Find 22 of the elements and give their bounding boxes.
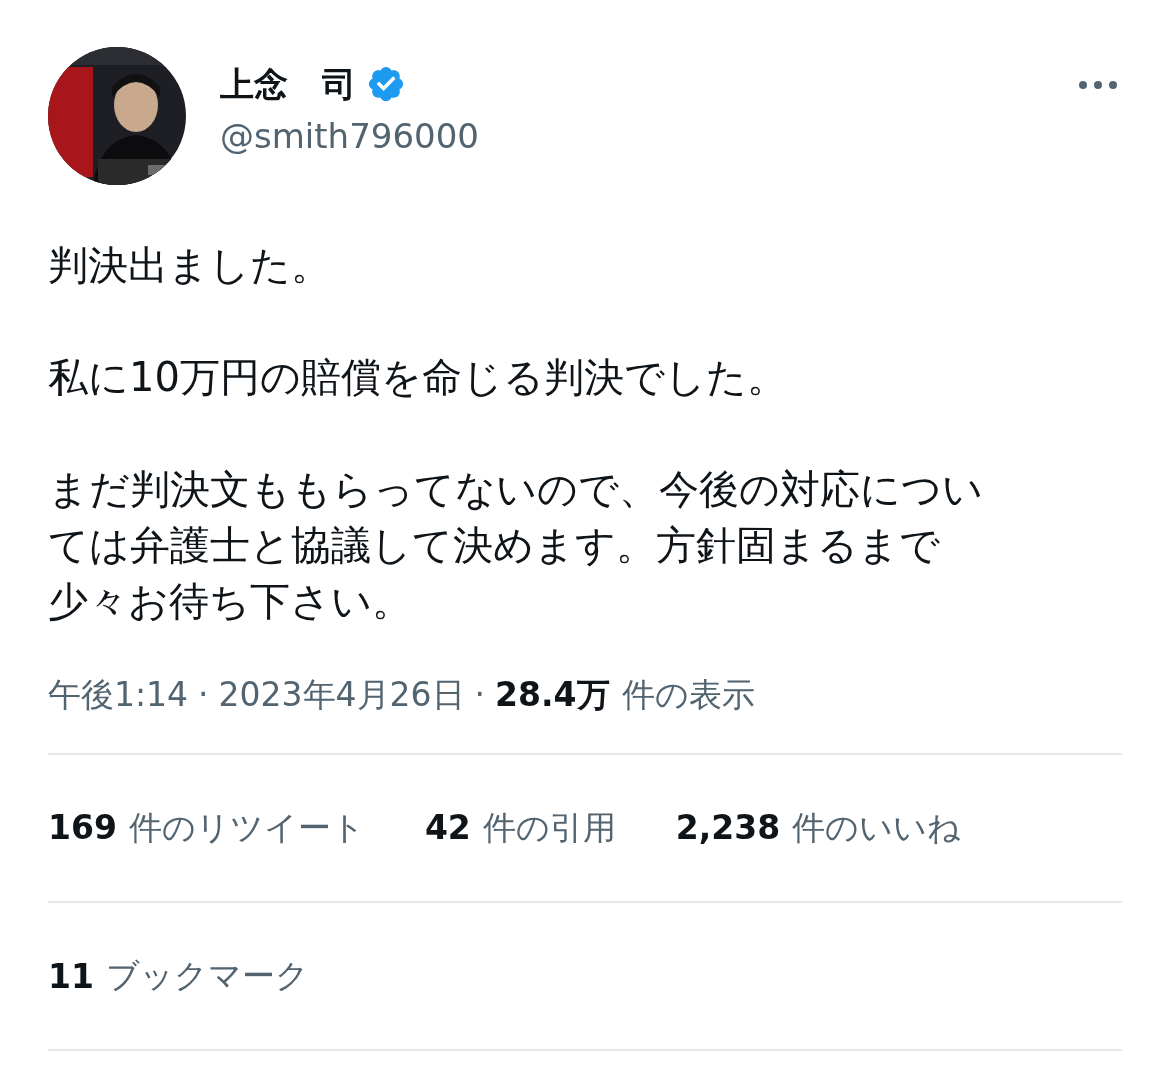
tweet-text: 判決出ました。 [48,241,332,290]
tweet-text: 少々お待ち下さい。 [48,577,413,626]
stat-count[interactable]: 2,238 [675,807,781,847]
separator-dot: · [198,675,209,714]
tweet-text: まだ判決文ももらってないので、今後の対応につい [48,465,984,514]
more-options-icon[interactable] [1078,80,1118,90]
post-time[interactable]: 午後1:14 [48,673,189,718]
views-label: 件の表示 [621,674,755,716]
author-name[interactable]: 上念 司 [220,61,356,107]
bookmark-label: ブックマーク [105,954,309,997]
stat-count[interactable]: 42 [424,807,471,847]
stat-label[interactable]: 件のリツイート [128,805,365,851]
separator-dot: · [474,675,486,714]
stat-label[interactable]: 件の引用 [482,805,616,851]
tweet-text: 私に10万円の賠償を命じる判決でした。 [48,353,788,402]
views-count: 28.4万 [495,674,610,716]
stat-count[interactable]: 169 [48,807,117,847]
post-date[interactable]: 2023年4月26日 [218,673,465,718]
author-handle[interactable]: @smith796000 [220,113,479,159]
tweet-text: ては弁護士と協議して決めます。方針固まるまで [48,521,941,570]
bookmark-count: 11 [48,956,94,996]
stat-label[interactable]: 件のいいね [792,805,962,851]
